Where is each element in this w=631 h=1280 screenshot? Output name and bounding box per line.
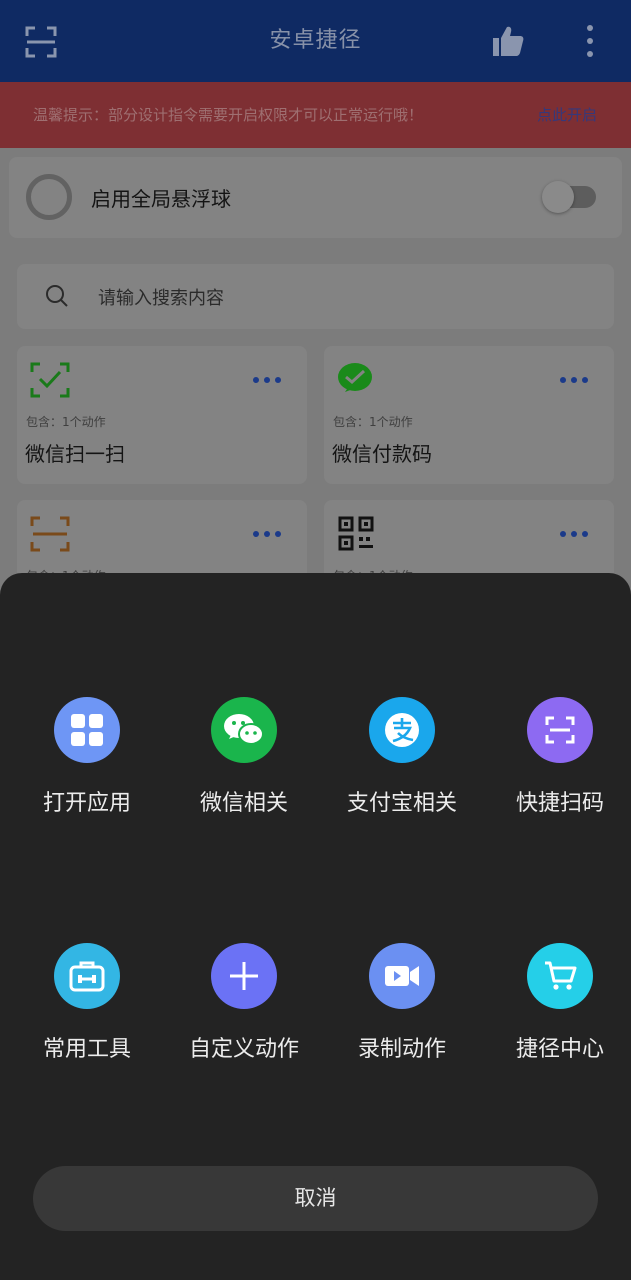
shortcut-card[interactable]: 包含：1个动作 微信付款码 — [324, 346, 614, 484]
wechat-label: 微信相关 — [199, 791, 288, 816]
quick-scan-label: 快捷扫码 — [515, 791, 604, 816]
custom-action-option[interactable]: 自定义动作 — [165, 943, 323, 1063]
quick-scan-option[interactable]: 快捷扫码 — [481, 697, 631, 817]
record-action-label: 录制动作 — [357, 1037, 446, 1062]
page-title: 安卓捷径 — [269, 28, 362, 53]
custom-action-label: 自定义动作 — [188, 1037, 299, 1062]
wechat-icon — [211, 697, 277, 763]
action-count: 包含：1个动作 — [333, 415, 413, 429]
app-bar: 安卓捷径 — [0, 0, 631, 82]
alipay-option[interactable]: 支付宝相关 — [323, 697, 481, 817]
alipay-icon — [369, 697, 435, 763]
shortcut-name: 微信扫一扫 — [25, 442, 125, 466]
toolbox-icon — [54, 943, 120, 1009]
thumbs-up-icon[interactable] — [491, 24, 525, 58]
wechat-check-icon — [338, 363, 372, 392]
more-vertical-icon[interactable] — [580, 24, 600, 58]
shortcut-center-option[interactable]: 捷径中心 — [481, 943, 631, 1063]
common-tools-label: 常用工具 — [42, 1037, 131, 1062]
search-icon — [46, 285, 68, 307]
permission-notice: 温馨提示：部分设计指令需要开启权限才可以正常运行哦！ 点此开启 — [0, 82, 631, 148]
open-app-label: 打开应用 — [42, 791, 131, 816]
shortcut-card[interactable]: 包含：1个动作 微信扫一扫 — [17, 346, 307, 484]
floating-ball-icon — [26, 174, 72, 220]
toggle-knob[interactable] — [542, 181, 574, 213]
shortcut-center-label: 捷径中心 — [515, 1037, 604, 1062]
barcode-scan-icon — [30, 516, 70, 552]
video-camera-icon — [369, 943, 435, 1009]
action-count: 包含：1个动作 — [26, 415, 106, 429]
record-action-option[interactable]: 录制动作 — [323, 943, 481, 1063]
app-grid-icon — [54, 697, 120, 763]
search-input[interactable]: 请输入搜索内容 — [98, 284, 224, 310]
wechat-option[interactable]: 微信相关 — [165, 697, 323, 817]
scan-frame-icon — [30, 362, 70, 398]
cancel-button[interactable]: 取消 — [33, 1166, 598, 1231]
open-app-option[interactable]: 打开应用 — [8, 697, 166, 817]
plus-icon — [211, 943, 277, 1009]
more-horizontal-icon[interactable] — [252, 376, 282, 384]
common-tools-option[interactable]: 常用工具 — [8, 943, 166, 1063]
scan-frame-icon — [527, 697, 593, 763]
shopping-cart-icon — [527, 943, 593, 1009]
qr-code-icon — [338, 516, 374, 551]
more-horizontal-icon[interactable] — [559, 530, 589, 538]
shortcut-name: 微信付款码 — [332, 442, 432, 466]
alipay-label: 支付宝相关 — [346, 791, 457, 816]
floating-ball-label: 启用全局悬浮球 — [91, 187, 231, 211]
notice-text: 温馨提示：部分设计指令需要开启权限才可以正常运行哦！ — [33, 106, 424, 124]
more-horizontal-icon[interactable] — [559, 376, 589, 384]
more-horizontal-icon[interactable] — [252, 530, 282, 538]
enable-permission-link[interactable]: 点此开启 — [537, 82, 597, 148]
